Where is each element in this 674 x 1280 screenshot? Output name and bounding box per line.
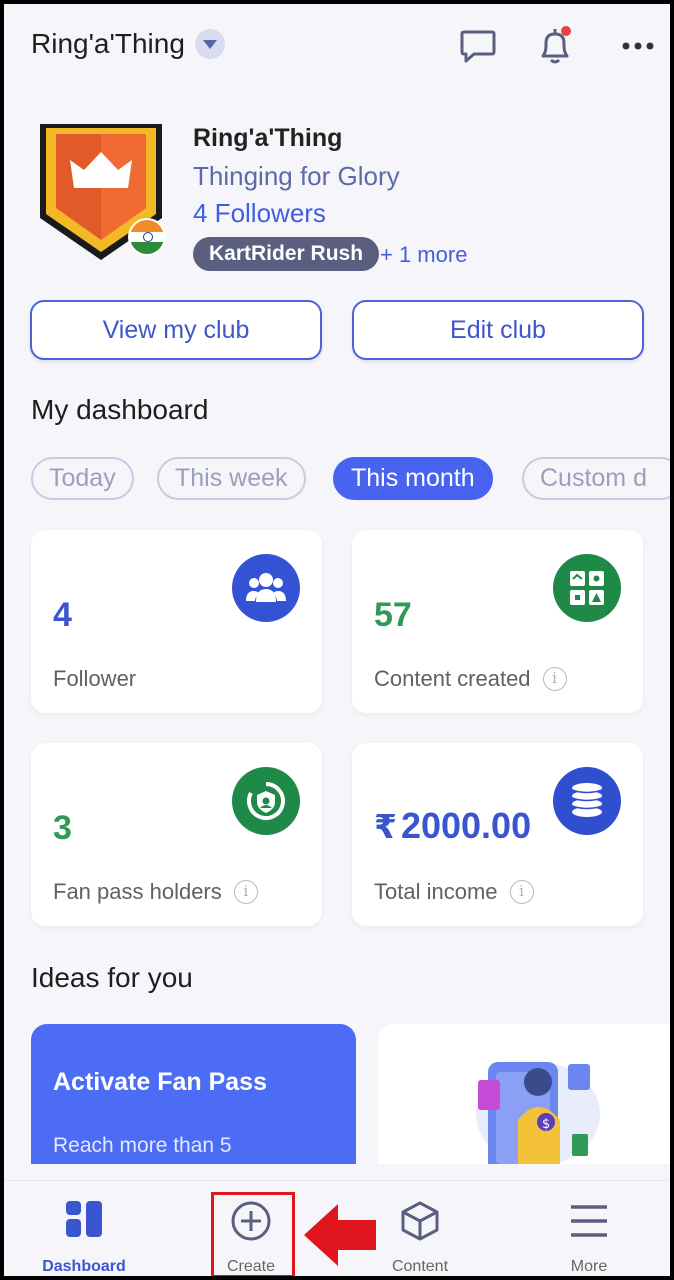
- more-games-link[interactable]: + 1 more: [380, 242, 467, 268]
- dashboard-icon: [66, 1201, 102, 1237]
- followers-count[interactable]: 4 Followers: [193, 198, 326, 229]
- pointer-arrow-icon: [304, 1204, 376, 1266]
- club-tagline: Thinging for Glory: [193, 161, 400, 191]
- create-highlight-box: [211, 1192, 295, 1276]
- fan-pass-icon: [232, 767, 300, 835]
- content-created-label-text: Content created: [374, 666, 531, 691]
- club-switcher-name: Ring'a'Thing: [31, 28, 185, 59]
- game-chip: KartRider Rush: [193, 237, 380, 271]
- fan-pass-label: Fan pass holders i: [53, 879, 258, 905]
- grid-content-icon: [553, 554, 621, 622]
- filter-custom-date[interactable]: Custom d: [522, 457, 670, 500]
- india-flag-icon: [128, 218, 166, 256]
- fan-pass-card[interactable]: 3 Fan pass holders i: [31, 743, 322, 926]
- users-icon: [232, 554, 300, 622]
- cube-icon: [401, 1201, 439, 1241]
- coins-icon: [553, 767, 621, 835]
- nav-more[interactable]: More: [514, 1181, 664, 1276]
- bell-icon[interactable]: [533, 24, 577, 68]
- app-screen: Ring'a'Thing Ring'a'Thing Thinging for G…: [4, 4, 670, 1276]
- fan-pass-label-text: Fan pass holders: [53, 879, 222, 904]
- idea-card-fan-pass[interactable]: Activate Fan Pass Reach more than 5: [31, 1024, 356, 1164]
- fan-pass-count: 3: [53, 809, 72, 847]
- idea-card-illustration[interactable]: $: [378, 1024, 670, 1164]
- total-income-card[interactable]: ₹ 2000.00 Total income i: [352, 743, 643, 926]
- chevron-down-icon: [194, 29, 225, 59]
- currency-symbol: ₹: [374, 808, 397, 845]
- follower-count: 4: [53, 596, 72, 634]
- total-income-label: Total income i: [374, 879, 534, 905]
- content-created-label: Content created i: [374, 666, 567, 692]
- creator-illustration: $: [476, 1062, 600, 1164]
- filter-this-week[interactable]: This week: [157, 457, 306, 500]
- nav-more-label: More: [570, 1258, 608, 1275]
- idea-card-title: Activate Fan Pass: [53, 1068, 267, 1096]
- income-amount: 2000.00: [400, 805, 532, 846]
- content-created-card[interactable]: 57 Content created i: [352, 530, 643, 713]
- nav-dashboard-label: Dashboard: [42, 1258, 126, 1275]
- info-icon[interactable]: i: [542, 667, 567, 691]
- total-income-label-text: Total income: [374, 879, 498, 904]
- ideas-title: Ideas for you: [31, 962, 193, 993]
- dashboard-title: My dashboard: [31, 394, 209, 425]
- edit-club-button[interactable]: Edit club: [352, 300, 644, 360]
- follower-card[interactable]: 4 Follower: [31, 530, 322, 713]
- top-bar: Ring'a'Thing: [4, 4, 670, 90]
- filter-today[interactable]: Today: [31, 457, 134, 500]
- svg-text:$: $: [542, 1117, 550, 1132]
- idea-card-subtitle: Reach more than 5: [53, 1134, 232, 1157]
- hamburger-icon: [571, 1205, 607, 1237]
- more-vert-icon[interactable]: [616, 36, 660, 56]
- total-income-value: ₹ 2000.00: [374, 805, 531, 847]
- chat-icon[interactable]: [456, 24, 500, 68]
- filter-this-month[interactable]: This month: [333, 457, 493, 500]
- follower-label: Follower: [53, 666, 136, 692]
- content-created-count: 57: [374, 596, 412, 634]
- info-icon[interactable]: i: [233, 880, 258, 904]
- follower-label-text: Follower: [53, 666, 137, 691]
- view-club-button[interactable]: View my club: [30, 300, 322, 360]
- club-name: Ring'a'Thing: [193, 124, 343, 152]
- nav-dashboard[interactable]: Dashboard: [9, 1181, 159, 1276]
- info-icon[interactable]: i: [509, 880, 534, 904]
- club-switcher[interactable]: Ring'a'Thing: [31, 28, 225, 60]
